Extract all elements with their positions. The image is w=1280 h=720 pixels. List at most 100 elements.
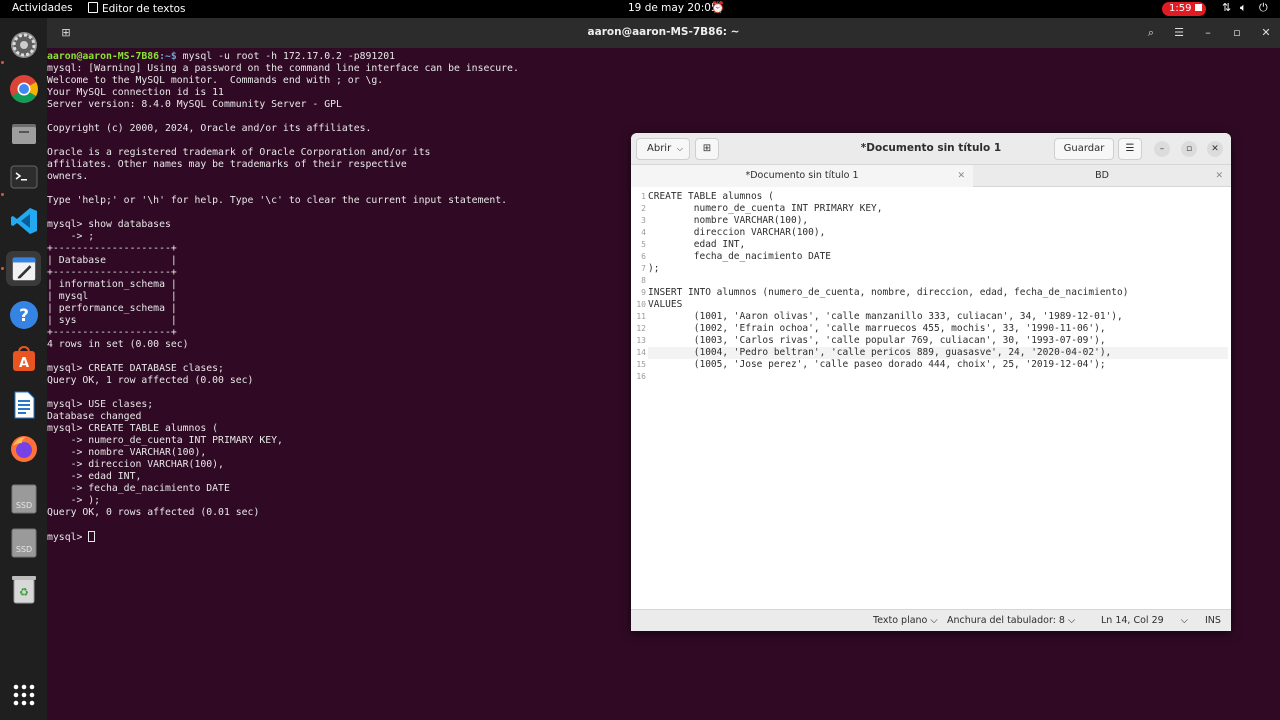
dock-running-indicator: [1, 267, 4, 270]
volume-icon[interactable]: 🔈︎: [1240, 1, 1247, 15]
tab-width-selector[interactable]: Anchura del tabulador: 8 ⌵: [947, 615, 1075, 626]
first-command: mysql -u root -h 172.17.0.2 -p891201: [176, 51, 396, 62]
dock-terminal[interactable]: [6, 159, 41, 194]
dock-trash[interactable]: ♻: [6, 571, 41, 606]
prompt-path: :~$: [159, 51, 177, 62]
dock-help[interactable]: ?: [6, 297, 41, 332]
terminal-output: aaron@aaron-MS-7B86:~$ mysql -u root -h …: [47, 51, 519, 544]
svg-text:A: A: [18, 356, 28, 371]
line-number: 8: [641, 276, 646, 285]
tab-label: *Documento sin título 1: [745, 170, 859, 181]
power-icon[interactable]: ⏻: [1259, 1, 1268, 15]
code-line: );: [648, 263, 660, 274]
close-tab-icon[interactable]: ✕: [957, 165, 965, 187]
software-center-icon: A: [12, 345, 35, 371]
code-line: fecha_de_nacimiento DATE: [648, 251, 832, 262]
minimize-icon[interactable]: –: [1197, 23, 1219, 43]
dock-text-editor[interactable]: [6, 251, 41, 286]
activities-button[interactable]: Actividades: [12, 2, 73, 14]
hamburger-menu-icon: ☰: [1125, 143, 1135, 154]
dock-vscode[interactable]: [6, 203, 41, 238]
code-line: (1003, 'Carlos rivas', 'calle popular 76…: [648, 335, 1106, 346]
editor-text-area[interactable]: 1 2 3 4 5 6 7 8 9 10 11 12 13 14 15 16 CREATE TABLE alu…: [631, 188, 1231, 607]
network-icon[interactable]: ⇅: [1222, 1, 1231, 14]
line-number: 15: [636, 360, 646, 369]
cursor-position[interactable]: Ln 14, Col 29 ⌵: [1101, 615, 1188, 626]
top-bar: Actividades Editor de textos 19 de may 2…: [0, 0, 1280, 18]
new-document-button[interactable]: ⊞: [695, 138, 719, 160]
chevron-down-icon: ⌵: [930, 615, 938, 626]
files-icon: [11, 123, 36, 144]
close-tab-icon[interactable]: ✕: [1215, 165, 1223, 187]
line-number: 16: [636, 372, 646, 381]
terminal-title: aaron@aaron-MS-7B86: ~: [587, 26, 740, 38]
terminal-titlebar[interactable]: ⊞ aaron@aaron-MS-7B86: ~ ⌕ ☰ – ▫ ✕: [47, 18, 1280, 48]
code-line: edad INT,: [648, 239, 746, 250]
code-line: (1004, 'Pedro beltran', 'calle pericos 8…: [648, 347, 1228, 359]
code-line: numero_de_cuenta INT PRIMARY KEY,: [648, 203, 883, 214]
dock-software-center[interactable]: A: [6, 341, 41, 376]
line-number: 1: [641, 192, 646, 201]
chrome-icon: [9, 74, 38, 103]
save-button[interactable]: Guardar: [1054, 138, 1114, 160]
tab-bd[interactable]: BD ✕: [973, 165, 1231, 187]
dock-ssd-drive-2[interactable]: SSD: [6, 525, 41, 560]
close-icon[interactable]: ✕: [1207, 141, 1223, 157]
screen-record-indicator[interactable]: 1:59: [1162, 2, 1206, 16]
line-number: 3: [641, 216, 646, 225]
text-editor-window: Abrir ⌵ ⊞ *Documento sin título 1 Guardar…: [631, 133, 1231, 631]
code-line: (1001, 'Aaron olivas', 'calle manzanillo…: [648, 311, 1123, 322]
line-number: 7: [641, 264, 646, 273]
maximize-icon[interactable]: ▫: [1226, 23, 1248, 43]
editor-title: *Documento sin título 1: [860, 142, 1002, 154]
libreoffice-writer-icon: [14, 391, 34, 418]
trash-icon: ♻: [11, 575, 36, 603]
editor-tabs: *Documento sin título 1 ✕ BD ✕: [631, 165, 1231, 187]
dock-running-indicator: [1, 61, 4, 64]
app-menu[interactable]: Editor de textos: [88, 2, 186, 15]
line-number: 5: [641, 240, 646, 249]
code-line: INSERT INTO alumnos (numero_de_cuenta, n…: [648, 287, 1129, 298]
dock-settings[interactable]: [6, 27, 41, 62]
dock: ? A SSD SSD ♻: [0, 18, 47, 720]
open-button[interactable]: Abrir ⌵: [636, 138, 690, 160]
record-time: 1:59: [1169, 3, 1192, 14]
insert-mode[interactable]: INS: [1205, 615, 1221, 626]
chevron-down-icon: ⌵: [1180, 615, 1188, 626]
editor-headerbar[interactable]: Abrir ⌵ ⊞ *Documento sin título 1 Guardar…: [631, 133, 1231, 165]
language-selector[interactable]: Texto plano ⌵: [873, 615, 938, 626]
maximize-icon[interactable]: ▫: [1181, 141, 1197, 157]
dock-firefox[interactable]: [6, 431, 41, 466]
cursor-position-label: Ln 14, Col 29: [1101, 615, 1164, 626]
code-line: direccion VARCHAR(100),: [648, 227, 826, 238]
new-document-icon: ⊞: [702, 143, 712, 154]
dock-chrome[interactable]: [6, 71, 41, 106]
tab-documento-sin-titulo[interactable]: *Documento sin título 1 ✕: [631, 165, 973, 187]
tab-width-label: Anchura del tabulador: 8: [947, 615, 1065, 626]
minimize-icon[interactable]: –: [1154, 141, 1170, 157]
language-label: Texto plano: [873, 615, 928, 626]
firefox-icon: [10, 435, 37, 462]
terminal-icon: [10, 165, 37, 188]
hamburger-menu-button[interactable]: ☰: [1118, 138, 1142, 160]
chevron-down-icon: ⌵: [676, 144, 683, 153]
line-number: 10: [636, 300, 646, 309]
search-icon[interactable]: ⌕: [1140, 23, 1162, 43]
close-icon[interactable]: ✕: [1255, 23, 1277, 43]
line-number: 4: [641, 228, 646, 237]
dock-ssd-drive-1[interactable]: SSD: [6, 481, 41, 516]
dock-app-grid[interactable]: [6, 677, 41, 712]
dock-files[interactable]: [6, 115, 41, 150]
code-line: nombre VARCHAR(100),: [648, 215, 809, 226]
code-line: (1002, 'Efrain ochoa', 'calle marruecos …: [648, 323, 1106, 334]
dock-libreoffice-writer[interactable]: [6, 387, 41, 422]
hamburger-menu-icon[interactable]: ☰: [1168, 23, 1190, 43]
ssd-drive-icon: SSD: [11, 528, 36, 557]
line-number: 2: [641, 204, 646, 213]
clock[interactable]: 19 de may 20:05: [628, 2, 718, 14]
text-editor-icon: [88, 2, 98, 13]
svg-text:♻: ♻: [19, 586, 29, 599]
line-number: 12: [636, 324, 646, 333]
